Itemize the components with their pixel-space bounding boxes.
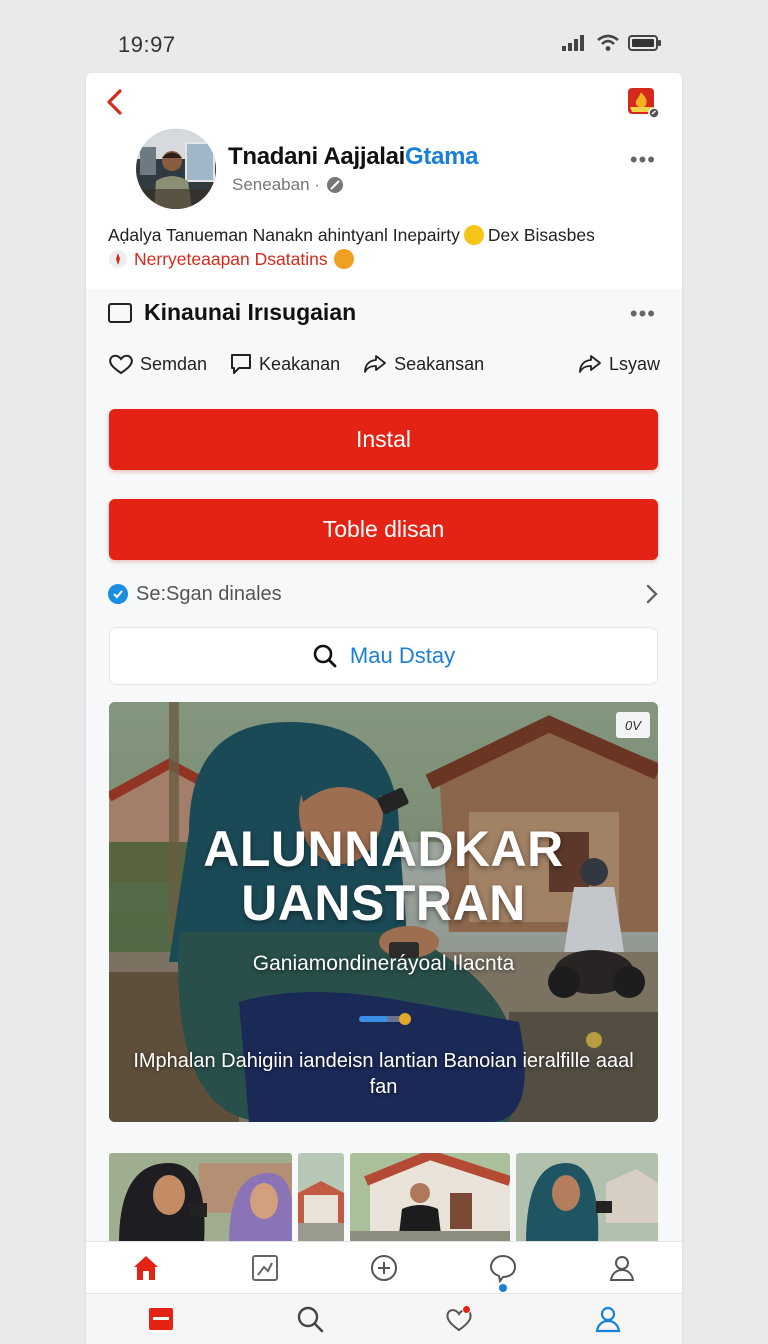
action-comment[interactable]: Keakanan — [229, 352, 340, 376]
action-bar: Semdan Keakanan Seakansan Lsyaw — [108, 349, 660, 379]
hero-title-line1: ALUNNADKAR — [203, 821, 564, 877]
profile-subtitle: Seneaban · — [232, 175, 344, 195]
post-card: Tnadani AajjalaiGtama Seneaban · ••• Aḍa… — [86, 73, 682, 1344]
thumbnail-strip — [109, 1153, 658, 1243]
menu-icon — [148, 1308, 173, 1330]
hero-caption: IMphalan Dahigiin iandeisn lantian Banoi… — [133, 1050, 634, 1098]
action-like-label: Semdan — [140, 353, 208, 374]
section-title: Kinaunai Irısugaian — [108, 299, 356, 326]
search-input[interactable]: Mau Dstay — [109, 627, 658, 685]
check-badge-icon — [108, 584, 128, 604]
battery-icon — [628, 35, 661, 51]
section-more-button[interactable]: ••• — [630, 301, 656, 327]
search-icon — [297, 1306, 323, 1333]
share-icon — [579, 355, 601, 373]
post-text: Aḍalya Tanueman Nanakn ahintyanl Inepair… — [108, 223, 668, 271]
profile-subtitle-text: Seneaban · — [232, 175, 320, 194]
privacy-icon — [326, 177, 343, 193]
checkbox-icon[interactable] — [108, 302, 132, 323]
more-options-button[interactable]: ••• — [630, 147, 656, 173]
action-share-alt[interactable]: Lsyaw — [577, 352, 660, 376]
post-line1-text: Aḍalya Tanueman Nanakn ahintyanl Inepair… — [108, 225, 460, 245]
flower-icon — [109, 250, 127, 268]
hero-title: ALUNNADKAR UANSTRAN — [109, 822, 658, 930]
nav-home[interactable] — [126, 1248, 166, 1288]
status-icons — [562, 34, 662, 52]
avatar[interactable] — [136, 129, 216, 209]
action-comment-label: Keakanan — [259, 353, 341, 374]
wink-emoji-icon — [333, 249, 354, 269]
action-like[interactable]: Semdan — [108, 352, 207, 376]
app-logo[interactable] — [626, 85, 660, 119]
hero-banner[interactable]: 0V ALUNNADKAR UANSTRAN Ganiamondineráyoa… — [109, 702, 658, 1122]
toble-button[interactable]: Toble dlisan — [109, 499, 658, 560]
smile-emoji-icon — [463, 225, 484, 245]
nav-chat[interactable] — [483, 1248, 523, 1292]
profile-icon — [595, 1306, 620, 1333]
section-title-text: Kinaunai Irısugaian — [144, 299, 357, 325]
profile-icon — [610, 1255, 635, 1281]
profile-name-main: Tnadani Aajjalai — [228, 143, 406, 170]
hero-tag[interactable]: 0V — [616, 712, 650, 738]
thumbnail[interactable] — [298, 1153, 344, 1243]
nav-search[interactable] — [290, 1299, 330, 1339]
signal-icon — [562, 35, 584, 51]
profile-name-highlight: Gtama — [405, 143, 479, 170]
nav-profile[interactable] — [602, 1248, 642, 1288]
share-icon — [364, 355, 387, 373]
nav-menu[interactable] — [141, 1299, 181, 1339]
chevron-left-icon — [107, 89, 122, 115]
link-row[interactable]: Se:Sgan dinales — [108, 581, 660, 607]
notification-badge — [461, 1305, 471, 1314]
active-indicator — [499, 1283, 508, 1292]
nav-bar-bottom — [86, 1293, 682, 1344]
nav-account[interactable] — [588, 1299, 628, 1339]
thumbnail-photo — [298, 1153, 344, 1243]
more-dots-icon: ••• — [629, 301, 656, 326]
thumbnail-photo — [350, 1153, 510, 1243]
chat-icon — [490, 1254, 517, 1283]
thumbnail-photo — [109, 1153, 292, 1243]
nav-edit[interactable] — [245, 1248, 285, 1288]
thumbnail-photo — [516, 1153, 658, 1243]
post-text-line1: Aḍalya Tanueman Nanakn ahintyanl Inepair… — [108, 223, 668, 247]
chevron-right-icon — [646, 584, 658, 604]
add-icon — [370, 1254, 397, 1281]
post-line1-tail: Dex Bisasbes — [487, 225, 595, 245]
back-button[interactable] — [102, 87, 130, 117]
comment-icon — [231, 354, 252, 374]
more-dots-icon: ••• — [629, 147, 656, 172]
home-icon — [133, 1255, 158, 1280]
fire-badge-icon — [628, 88, 660, 119]
profile-name[interactable]: Tnadani AajjalaiGtama — [228, 143, 479, 171]
thumbnail[interactable] — [109, 1153, 292, 1243]
action-share-label: Seakansan — [394, 353, 485, 374]
status-bar: 19:97 — [0, 0, 768, 72]
search-label: Mau Dstay — [349, 643, 456, 668]
action-share[interactable]: Seakansan — [362, 352, 484, 376]
link-row-label: Se:Sgan dinales — [136, 582, 282, 605]
status-time: 19:97 — [118, 32, 176, 57]
thumbnail[interactable] — [350, 1153, 510, 1243]
hero-title-line2: UANSTRAN — [241, 875, 526, 931]
install-button[interactable]: Instal — [109, 409, 658, 470]
post-text-line2: Nerryeteaapan Dsatatins — [108, 247, 668, 271]
wifi-icon — [597, 34, 619, 51]
nav-add[interactable] — [364, 1248, 404, 1288]
avatar-photo — [136, 129, 216, 209]
nav-bar-top — [86, 1241, 682, 1293]
hero-progress-knob[interactable] — [399, 1013, 411, 1025]
hero-subtitle: Ganiamondineráyoal Ilacnta — [252, 952, 515, 975]
thumbnail[interactable] — [516, 1153, 658, 1243]
image-edit-icon — [251, 1254, 278, 1281]
hero-progress-fill — [359, 1016, 388, 1022]
action-share-alt-label: Lsyaw — [608, 353, 660, 374]
heart-icon — [109, 354, 133, 375]
nav-favorites[interactable] — [439, 1299, 479, 1339]
post-line2-text: Nerryeteaapan Dsatatins — [134, 249, 328, 269]
search-icon — [313, 644, 337, 668]
